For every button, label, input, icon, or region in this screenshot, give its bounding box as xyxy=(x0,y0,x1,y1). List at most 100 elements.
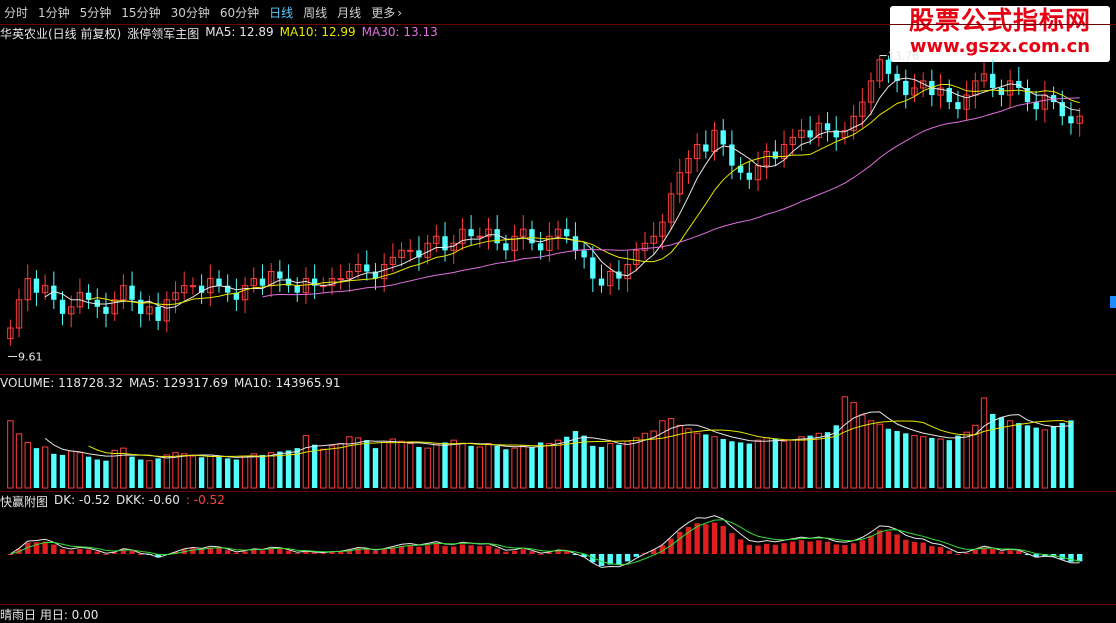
ma10-line xyxy=(88,84,1080,306)
right-scroll-marker[interactable] xyxy=(1110,296,1116,308)
indicator-bar xyxy=(781,543,787,554)
candle-body xyxy=(581,250,587,258)
tab-30min[interactable]: 30分钟 xyxy=(167,4,214,21)
volume-bar xyxy=(659,420,666,489)
tab-timeshare[interactable]: 分时 xyxy=(0,4,32,21)
tab-more[interactable]: 更多 › xyxy=(367,4,406,21)
volume-bar xyxy=(354,437,362,489)
tab-60min[interactable]: 60分钟 xyxy=(216,4,263,21)
tab-daily[interactable]: 日线 xyxy=(265,4,297,21)
candle-body xyxy=(129,285,135,300)
ma5-line xyxy=(44,77,1080,309)
separator-indicator xyxy=(0,491,1116,492)
indicator-bar xyxy=(503,551,509,554)
indicator-bar xyxy=(920,542,926,554)
indicator-bar xyxy=(59,549,66,554)
volume-bar xyxy=(380,441,388,489)
candle-body xyxy=(955,102,961,110)
indicator-bar xyxy=(998,551,1005,554)
indicator-bar xyxy=(677,531,683,554)
indicator-bar xyxy=(103,553,109,555)
indicator-bar xyxy=(407,545,413,554)
candle-body xyxy=(1033,102,1039,110)
volume-bar xyxy=(7,420,14,489)
volume-bar xyxy=(685,428,692,489)
candle-body xyxy=(277,271,283,279)
volume-bar xyxy=(416,446,422,488)
volume-bar xyxy=(616,444,622,488)
indicator-bar xyxy=(790,541,796,554)
volume-bar xyxy=(155,458,161,488)
candle-body xyxy=(364,264,370,272)
volume-bar xyxy=(789,439,796,489)
separator-bottom xyxy=(0,604,1116,605)
indicator-bar xyxy=(320,553,327,555)
candle-body xyxy=(337,278,344,281)
volume-bar xyxy=(598,446,605,488)
indicator-bar xyxy=(416,546,422,554)
volume-chart[interactable] xyxy=(0,390,1116,490)
indicator-bar xyxy=(772,544,779,554)
volume-bar xyxy=(68,450,75,489)
indicator-chart[interactable] xyxy=(0,506,1116,606)
volume-bar xyxy=(590,445,596,488)
volume-bar xyxy=(459,443,466,489)
volume-bar xyxy=(181,453,188,489)
volume-bar xyxy=(24,441,31,489)
volume-bar xyxy=(94,459,100,488)
volume-bar xyxy=(372,448,379,488)
indicator-bar xyxy=(190,548,196,554)
volume-bar xyxy=(285,450,292,488)
indicator-bar xyxy=(798,540,805,554)
price-candlestick-chart[interactable]: 13.76 9.61 xyxy=(0,40,1116,370)
indicator-bar xyxy=(703,524,709,554)
candle-body xyxy=(103,306,109,314)
dk-line xyxy=(10,515,1080,568)
indicator-bar xyxy=(303,551,309,554)
volume-bar xyxy=(1059,423,1065,488)
volume-bar xyxy=(259,454,266,488)
indicator-bar xyxy=(511,550,518,554)
candle-body xyxy=(407,249,414,252)
bottom-indicator-label: 晴雨日 用日: 0.00 xyxy=(0,608,99,622)
indicator-bar xyxy=(711,522,718,554)
bottom-header: 晴雨日 用日: 0.00 xyxy=(0,606,98,623)
tab-weekly[interactable]: 周线 xyxy=(299,4,331,21)
volume-bar xyxy=(824,432,831,488)
indicator-bar xyxy=(1068,554,1074,562)
volume-bar xyxy=(1050,426,1057,488)
candle-body xyxy=(189,285,197,288)
indicator-bar xyxy=(468,545,474,554)
tab-5min[interactable]: 5分钟 xyxy=(76,4,116,21)
volume-bar xyxy=(737,442,744,488)
volume-bar xyxy=(433,444,440,489)
indicator-bar xyxy=(807,541,813,554)
candle-body xyxy=(824,123,831,131)
tab-15min[interactable]: 15分钟 xyxy=(117,4,164,21)
volume-bar xyxy=(172,452,179,489)
candle-body xyxy=(33,278,40,293)
high-price-label: 13.76 xyxy=(888,50,920,63)
indicator-bar xyxy=(720,525,726,554)
tab-1min[interactable]: 1分钟 xyxy=(34,4,74,21)
indicator-bar xyxy=(442,546,448,554)
chevron-right-icon: › xyxy=(397,5,403,20)
indicator-bar xyxy=(850,543,857,554)
volume-bar xyxy=(1006,420,1014,489)
more-label: 更多 xyxy=(371,5,396,20)
volume-bar xyxy=(76,452,84,489)
volume-bar xyxy=(207,454,214,489)
indicator-bar xyxy=(755,545,761,554)
indicator-bar xyxy=(877,530,883,554)
candle-body xyxy=(216,278,222,286)
volume-bar xyxy=(624,440,631,489)
tab-monthly[interactable]: 月线 xyxy=(333,4,365,21)
indicator-bar xyxy=(485,545,492,554)
indicator-bar xyxy=(224,550,231,554)
volume-bar xyxy=(337,443,344,489)
volume-bar xyxy=(33,448,40,488)
volume-bar xyxy=(389,438,397,489)
indicator-bar xyxy=(529,551,535,554)
volume-bar xyxy=(277,451,283,488)
indicator-bar xyxy=(277,548,283,554)
